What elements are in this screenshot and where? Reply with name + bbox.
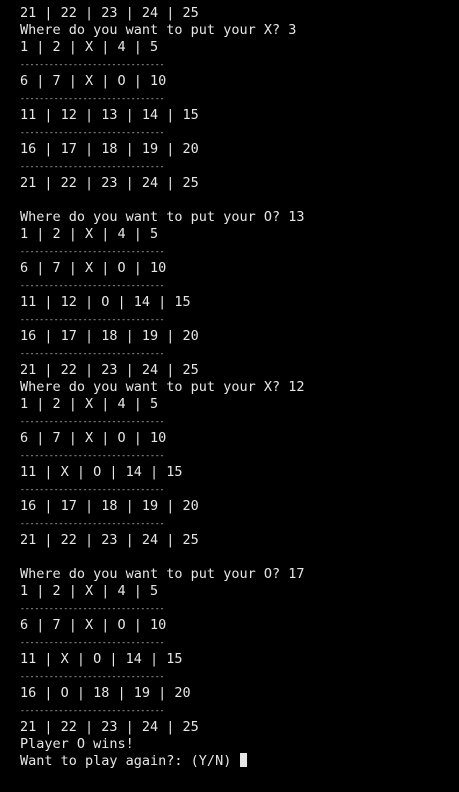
terminal-line: 16 | 17 | 18 | 19 | 20 <box>20 328 456 345</box>
terminal-window[interactable]: ------------------------------ 21 | 22 | … <box>0 0 459 792</box>
terminal-line: 21 | 22 | 23 | 24 | 25 <box>20 362 456 379</box>
line-text: 11 | X | O | 14 | 15 <box>20 464 183 480</box>
line-text: Where do you want to put your X? 12 <box>20 379 305 395</box>
line-text: 11 | X | O | 14 | 15 <box>20 651 183 667</box>
line-text: 21 | 22 | 23 | 24 | 25 <box>20 532 199 548</box>
line-text: 6 | 7 | X | O | 10 <box>20 430 167 446</box>
terminal-line: Where do you want to put your O? 17 <box>20 566 456 583</box>
board-separator: ------------------------------ <box>20 447 456 464</box>
line-text: 1 | 2 | X | 4 | 5 <box>20 396 159 412</box>
line-text: 6 | 7 | X | O | 10 <box>20 73 167 89</box>
line-text: 21 | 22 | 23 | 24 | 25 <box>20 362 199 378</box>
line-text: Player O wins! <box>20 736 134 752</box>
board-separator: ------------------------------ <box>20 311 456 328</box>
terminal-line: 1 | 2 | X | 4 | 5 <box>20 39 456 56</box>
line-text: 21 | 22 | 23 | 24 | 25 <box>20 5 199 21</box>
terminal-line: 21 | 22 | 23 | 24 | 25 <box>20 719 456 736</box>
board-separator: ------------------------------ <box>20 90 456 107</box>
terminal-line: 11 | X | O | 14 | 15 <box>20 464 456 481</box>
board-separator: ------------------------------ <box>20 481 456 498</box>
board-separator: ------------------------------ <box>20 515 456 532</box>
terminal-line: 11 | 12 | 13 | 14 | 15 <box>20 107 456 124</box>
terminal-line: 6 | 7 | X | O | 10 <box>20 617 456 634</box>
line-text: 11 | 12 | 13 | 14 | 15 <box>20 107 199 123</box>
board-separator: ------------------------------ <box>20 124 456 141</box>
terminal-line: Where do you want to put your O? 13 <box>20 209 456 226</box>
board-separator: ------------------------------ <box>20 702 456 719</box>
terminal-line: 21 | 22 | 23 | 24 | 25 <box>20 175 456 192</box>
line-text: ------------------------------ <box>20 349 165 358</box>
line-text: ------------------------------ <box>20 451 165 460</box>
terminal-line: 11 | 12 | O | 14 | 15 <box>20 294 456 311</box>
board-separator: ------------------------------ <box>20 345 456 362</box>
line-text: ------------------------------ <box>20 60 165 69</box>
line-text: 16 | 17 | 18 | 19 | 20 <box>20 141 199 157</box>
line-text: ------------------------------ <box>20 128 165 137</box>
terminal-line: Where do you want to put your X? 3 <box>20 22 456 39</box>
input-prompt[interactable]: Want to play again?: (Y/N) <box>20 753 456 770</box>
line-text: ------------------------------ <box>20 519 165 528</box>
terminal-line: 21 | 22 | 23 | 24 | 25 <box>20 532 456 549</box>
line-text: ------------------------------ <box>20 247 165 256</box>
line-text: 6 | 7 | X | O | 10 <box>20 617 167 633</box>
line-text: 21 | 22 | 23 | 24 | 25 <box>20 719 199 735</box>
line-text: 6 | 7 | X | O | 10 <box>20 260 167 276</box>
line-text: Where do you want to put your O? 17 <box>20 566 305 582</box>
board-separator: ------------------------------ <box>20 277 456 294</box>
line-text: 1 | 2 | X | 4 | 5 <box>20 226 159 242</box>
line-text: ------------------------------ <box>20 706 165 715</box>
line-text: 16 | 17 | 18 | 19 | 20 <box>20 498 199 514</box>
board-separator: ------------------------------ <box>20 243 456 260</box>
text-cursor <box>240 753 248 767</box>
terminal-line: 16 | 17 | 18 | 19 | 20 <box>20 498 456 515</box>
board-separator: ------------------------------ <box>20 634 456 651</box>
terminal-line: 1 | 2 | X | 4 | 5 <box>20 583 456 600</box>
terminal-output: ------------------------------ 21 | 22 | … <box>20 0 456 770</box>
terminal-line: 1 | 2 | X | 4 | 5 <box>20 396 456 413</box>
terminal-line: 16 | 17 | 18 | 19 | 20 <box>20 141 456 158</box>
line-text: 11 | 12 | O | 14 | 15 <box>20 294 191 310</box>
terminal-line: 6 | 7 | X | O | 10 <box>20 260 456 277</box>
line-text: ------------------------------ <box>20 315 165 324</box>
terminal-line: 21 | 22 | 23 | 24 | 25 <box>20 5 456 22</box>
prompt-text: Want to play again?: (Y/N) <box>20 753 240 769</box>
line-text: ------------------------------ <box>20 638 165 647</box>
board-separator: ------------------------------ <box>20 158 456 175</box>
terminal-line: 6 | 7 | X | O | 10 <box>20 73 456 90</box>
line-text: Where do you want to put your O? 13 <box>20 209 305 225</box>
terminal-line: 16 | O | 18 | 19 | 20 <box>20 685 456 702</box>
terminal-line: 1 | 2 | X | 4 | 5 <box>20 226 456 243</box>
line-text: 16 | 17 | 18 | 19 | 20 <box>20 328 199 344</box>
line-text: ------------------------------ <box>20 281 165 290</box>
board-separator: ------------------------------ <box>20 668 456 685</box>
terminal-line: Player O wins! <box>20 736 456 753</box>
line-text: ------------------------------ <box>20 417 165 426</box>
line-text: ------------------------------ <box>20 672 165 681</box>
line-text: 1 | 2 | X | 4 | 5 <box>20 39 159 55</box>
terminal-line: 6 | 7 | X | O | 10 <box>20 430 456 447</box>
line-text: 1 | 2 | X | 4 | 5 <box>20 583 159 599</box>
line-text: ------------------------------ <box>20 0 165 1</box>
line-text: Where do you want to put your X? 3 <box>20 22 297 38</box>
line-text: ------------------------------ <box>20 94 165 103</box>
board-separator: ------------------------------ <box>20 413 456 430</box>
line-text: ------------------------------ <box>20 485 165 494</box>
board-separator: ------------------------------ <box>20 600 456 617</box>
line-text: ------------------------------ <box>20 604 165 613</box>
terminal-line: 11 | X | O | 14 | 15 <box>20 651 456 668</box>
line-text: ------------------------------ <box>20 162 165 171</box>
terminal-line: Where do you want to put your X? 12 <box>20 379 456 396</box>
line-text: 16 | O | 18 | 19 | 20 <box>20 685 191 701</box>
line-text: 21 | 22 | 23 | 24 | 25 <box>20 175 199 191</box>
board-separator: ------------------------------ <box>20 56 456 73</box>
